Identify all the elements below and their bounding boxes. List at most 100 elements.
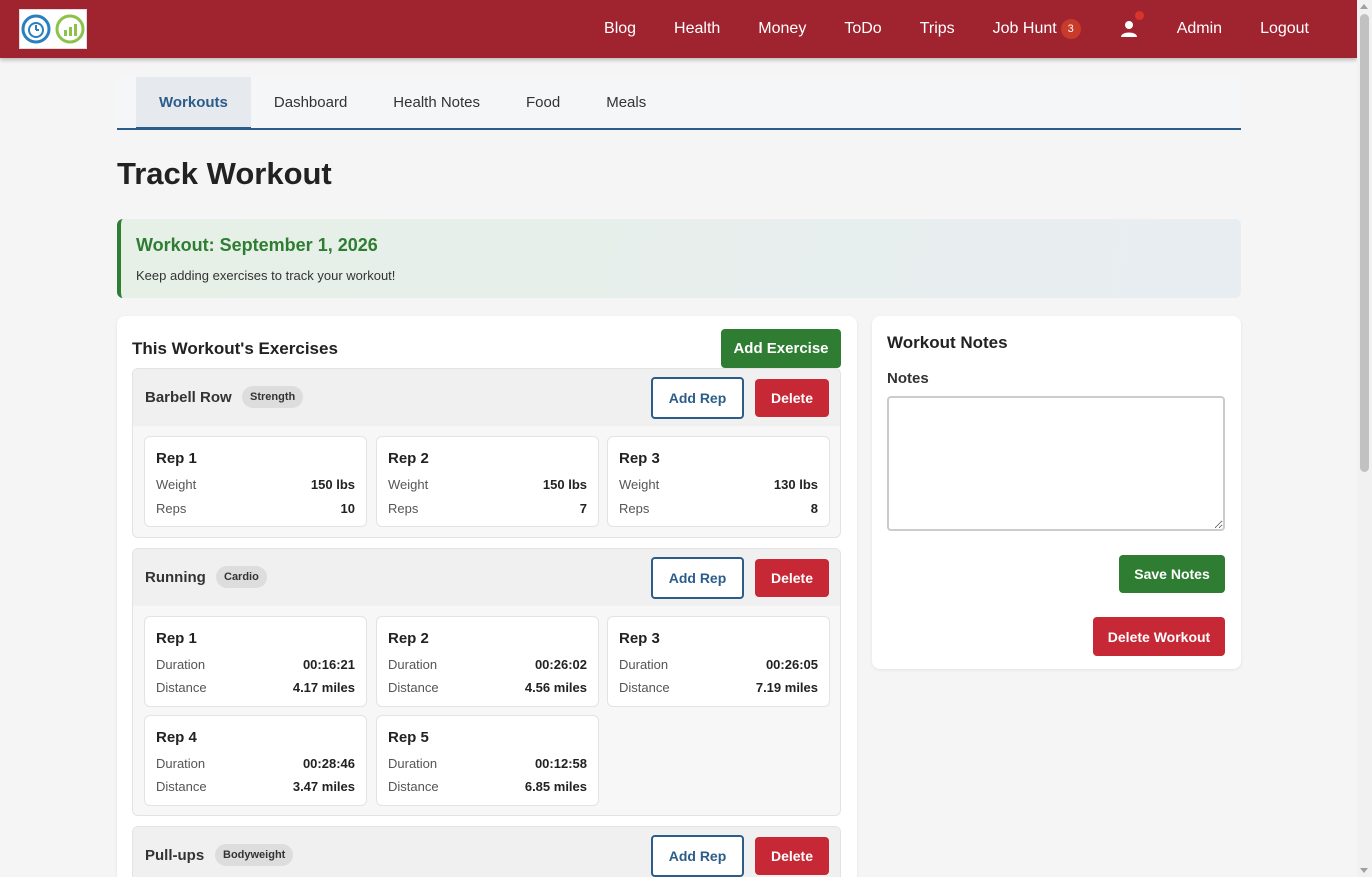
nav-link-blog[interactable]: Blog — [585, 0, 655, 58]
rep-value: 00:28:46 — [302, 756, 355, 771]
rep-label: Reps — [156, 501, 187, 516]
exercise-type-tag: Bodyweight — [215, 844, 294, 866]
user-icon — [1120, 21, 1137, 37]
nav-link-money[interactable]: Money — [739, 0, 825, 58]
tab-health-notes[interactable]: Health Notes — [370, 77, 503, 128]
delete-exercise-button[interactable]: Delete — [755, 559, 829, 597]
rep-label: Duration — [619, 657, 669, 672]
rep-card: Rep 2 Duration 00:26:02 Distance 4.56 mile… — [376, 616, 599, 707]
save-notes-button[interactable]: Save Notes — [1119, 555, 1225, 593]
rep-label: Distance — [388, 779, 439, 794]
exercise-name: Running — [145, 569, 206, 586]
rep-value: 150 lbs — [542, 477, 587, 492]
exercise-barbell-row: Barbell Row Strength Add Rep Delete Rep … — [132, 368, 841, 538]
workout-date-title: Workout: September 1, 2026 — [136, 235, 378, 255]
user-profile-button[interactable] — [1100, 0, 1158, 58]
rep-row: Duration 00:26:02 — [388, 657, 587, 672]
rep-row: Distance 6.85 miles — [388, 779, 587, 794]
notes-textarea[interactable] — [887, 396, 1225, 531]
exercises-card: This Workout's Exercises Add Exercise Ba… — [117, 316, 857, 877]
rep-title: Rep 5 — [388, 729, 429, 746]
delete-exercise-button[interactable]: Delete — [755, 379, 829, 417]
rep-card: Rep 5 Duration 00:12:58 Distance 6.85 mile… — [376, 715, 599, 806]
add-rep-button[interactable]: Add Rep — [651, 835, 744, 877]
rep-row: Distance 7.19 miles — [619, 680, 818, 695]
exercise-type-tag: Cardio — [216, 566, 267, 588]
rep-label: Weight — [619, 477, 660, 492]
rep-title: Rep 2 — [388, 450, 429, 467]
rep-card: Rep 3 Duration 00:26:05 Distance 7.19 mile… — [607, 616, 830, 707]
rep-label: Distance — [388, 680, 439, 695]
workout-banner: Workout: September 1, 2026 Keep adding e… — [117, 219, 1241, 298]
scroll-thumb[interactable] — [1360, 14, 1369, 472]
app-logo[interactable] — [19, 9, 87, 49]
rep-label: Duration — [156, 657, 206, 672]
delete-exercise-button[interactable]: Delete — [755, 837, 829, 875]
rep-value: 6.85 miles — [524, 779, 587, 794]
nav-link-admin[interactable]: Admin — [1158, 0, 1241, 58]
rep-value: 7 — [579, 501, 587, 516]
rep-title: Rep 4 — [156, 729, 197, 746]
rep-label: Reps — [388, 501, 419, 516]
nav-link-logout[interactable]: Logout — [1241, 0, 1328, 58]
nav-link-health[interactable]: Health — [655, 0, 739, 58]
nav-link-todo[interactable]: ToDo — [825, 0, 900, 58]
rep-value: 150 lbs — [310, 477, 355, 492]
rep-value: 7.19 miles — [755, 680, 818, 695]
tab-dashboard[interactable]: Dashboard — [251, 77, 370, 128]
scroll-down-icon[interactable] — [1360, 868, 1368, 873]
add-exercise-button[interactable]: Add Exercise — [721, 329, 841, 368]
exercise-type-tag: Strength — [242, 386, 304, 408]
rep-title: Rep 3 — [619, 450, 660, 467]
rep-row: Reps 7 — [388, 501, 587, 516]
nav-links: Blog Health Money ToDo Trips Job Hunt 3 … — [585, 0, 1328, 58]
nav-link-trips[interactable]: Trips — [901, 0, 974, 58]
rep-title: Rep 1 — [156, 450, 197, 467]
add-rep-button[interactable]: Add Rep — [651, 377, 744, 419]
workout-notes-card: Workout Notes Notes Save Notes Delete Wo… — [872, 316, 1241, 669]
rep-row: Weight 150 lbs — [156, 477, 355, 492]
rep-row: Duration 00:16:21 — [156, 657, 355, 672]
rep-value: 00:16:21 — [302, 657, 355, 672]
job-hunt-count-badge: 3 — [1060, 19, 1081, 39]
rep-label: Distance — [156, 779, 207, 794]
rep-card: Rep 4 Duration 00:28:46 Distance 3.47 mile… — [144, 715, 367, 806]
rep-value: 00:26:02 — [534, 657, 587, 672]
delete-workout-button[interactable]: Delete Workout — [1093, 617, 1225, 656]
notes-card-title: Workout Notes — [887, 333, 1008, 352]
rep-value: 130 lbs — [773, 477, 818, 492]
rep-value: 00:12:58 — [534, 756, 587, 771]
rep-value: 8 — [810, 501, 818, 516]
rep-label: Reps — [619, 501, 650, 516]
rep-value: 00:26:05 — [765, 657, 818, 672]
rep-card: Rep 3 Weight 130 lbs Reps 8 — [607, 436, 830, 527]
exercise-name: Pull-ups — [145, 847, 205, 864]
page-title: Track Workout — [117, 156, 332, 191]
nav-link-job-hunt[interactable]: Job Hunt 3 — [974, 0, 1100, 58]
tab-meals[interactable]: Meals — [583, 77, 669, 128]
top-navbar: Blog Health Money ToDo Trips Job Hunt 3 … — [0, 0, 1357, 58]
rep-value: 4.17 miles — [292, 680, 355, 695]
rep-row: Duration 00:28:46 — [156, 756, 355, 771]
rep-value: 3.47 miles — [292, 779, 355, 794]
add-rep-button[interactable]: Add Rep — [651, 557, 744, 599]
tab-food[interactable]: Food — [503, 77, 583, 128]
rep-value: 10 — [340, 501, 355, 516]
exercise-name: Barbell Row — [145, 389, 232, 406]
page-scrollbar[interactable] — [1357, 0, 1372, 877]
exercise-pull-ups: Pull-ups Bodyweight Add Rep Delete — [132, 826, 841, 877]
rep-row: Duration 00:12:58 — [388, 756, 587, 771]
nav-link-job-hunt-label: Job Hunt — [992, 20, 1057, 37]
workout-banner-text: Keep adding exercises to track your work… — [136, 268, 396, 283]
rep-title: Rep 3 — [619, 630, 660, 647]
exercise-running: Running Cardio Add Rep Delete Rep 1 Dura… — [132, 548, 841, 816]
rep-row: Distance 4.56 miles — [388, 680, 587, 695]
scroll-up-icon[interactable] — [1360, 4, 1368, 9]
rep-row: Reps 10 — [156, 501, 355, 516]
rep-row: Weight 150 lbs — [388, 477, 587, 492]
rep-label: Duration — [388, 657, 438, 672]
tab-workouts[interactable]: Workouts — [136, 77, 251, 130]
growth-chart-logo-icon — [55, 14, 85, 44]
rep-card: Rep 1 Duration 00:16:21 Distance 4.17 mile… — [144, 616, 367, 707]
rep-label: Duration — [156, 756, 206, 771]
